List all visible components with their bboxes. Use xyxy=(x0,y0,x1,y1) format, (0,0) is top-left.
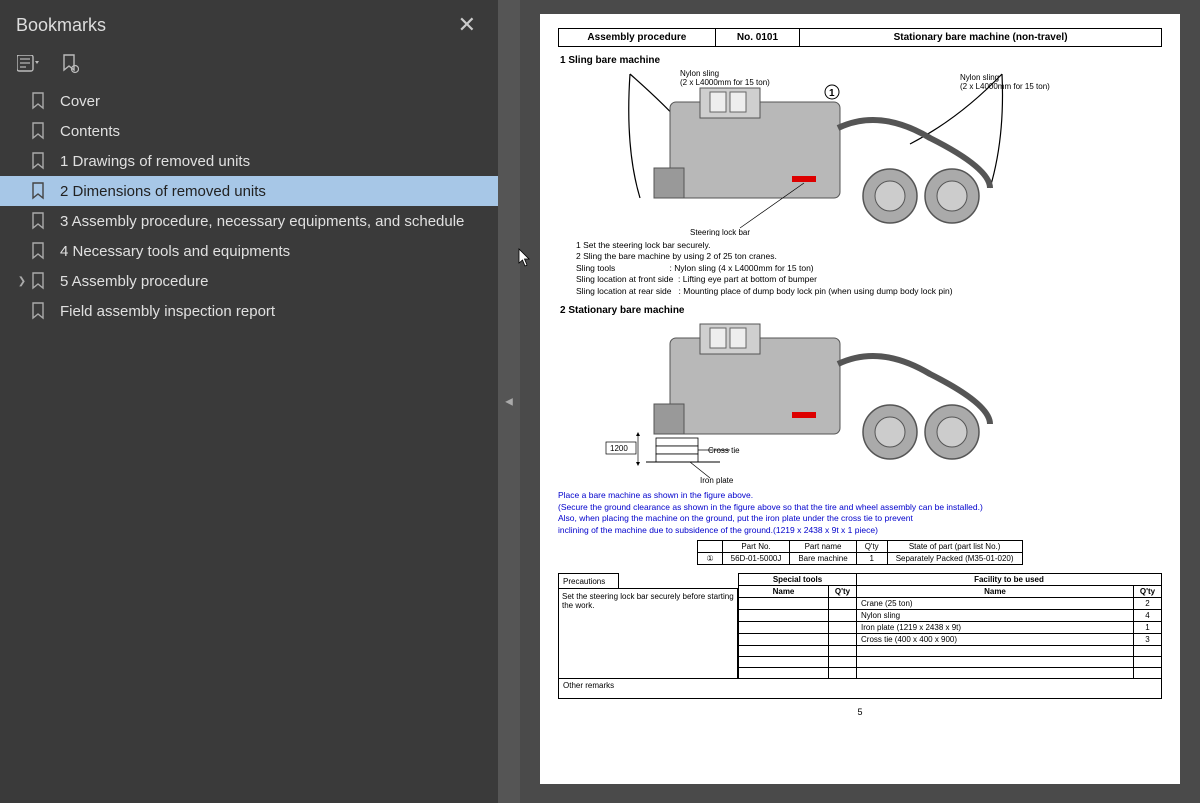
header-col3: Stationary bare machine (non-travel) xyxy=(800,29,1162,47)
svg-text:(2 x L4000mm for 15 ton): (2 x L4000mm for 15 ton) xyxy=(680,78,770,87)
bookmark-item[interactable]: Cover xyxy=(0,86,498,116)
bookmarks-sidebar: Bookmarks ✕ Cover Contents 1 Drawings of r… xyxy=(0,0,498,803)
bookmarks-toolbar xyxy=(0,48,498,86)
bookmark-label: Contents xyxy=(60,123,488,140)
sidebar-title: Bookmarks xyxy=(16,15,106,36)
section1-title: 1 Sling bare machine xyxy=(560,55,1162,66)
bookmark-label: Field assembly inspection report xyxy=(60,303,488,320)
bookmarks-list: Cover Contents 1 Drawings of removed units… xyxy=(0,86,498,803)
svg-text:Cross tie: Cross tie xyxy=(708,446,740,455)
parts-table: Part No.Part nameQ'tyState of part (part… xyxy=(697,540,1022,565)
bookmark-label: Cover xyxy=(60,93,488,110)
bookmark-item[interactable]: ❯ 5 Assembly procedure xyxy=(0,266,498,296)
section2-title: 2 Stationary bare machine xyxy=(560,305,1162,316)
collapse-arrow-icon[interactable]: ◀ xyxy=(505,396,513,407)
bookmark-item[interactable]: Contents xyxy=(0,116,498,146)
sidebar-header: Bookmarks ✕ xyxy=(0,0,498,48)
bookmark-label: 1 Drawings of removed units xyxy=(60,153,488,170)
bookmark-item[interactable]: Field assembly inspection report xyxy=(0,296,498,326)
bottom-tables: Precautions Set the steering lock bar se… xyxy=(558,573,1162,679)
bookmark-icon xyxy=(30,152,48,170)
bookmark-icon xyxy=(30,212,48,230)
bookmark-icon xyxy=(30,182,48,200)
svg-text:(2 x L4000mm for 15 ton): (2 x L4000mm for 15 ton) xyxy=(960,82,1050,91)
bookmark-icon xyxy=(30,272,48,290)
outline-options-icon[interactable] xyxy=(16,52,40,76)
close-icon[interactable]: ✕ xyxy=(452,10,482,40)
svg-text:Steering lock bar: Steering lock bar xyxy=(690,228,750,236)
page-header-table: Assembly procedure No. 0101 Stationary b… xyxy=(558,28,1162,47)
tools-table: Special tools Facility to be used Name Q… xyxy=(738,573,1162,679)
sidebar-resizer[interactable]: ◀ xyxy=(498,0,520,803)
bookmark-ribbon-icon[interactable] xyxy=(58,52,82,76)
page-number: 5 xyxy=(558,707,1162,717)
svg-text:Nylon sling: Nylon sling xyxy=(960,73,999,82)
bookmark-item[interactable]: 2 Dimensions of removed units xyxy=(0,176,498,206)
bookmark-icon xyxy=(30,242,48,260)
expand-chevron-icon[interactable]: ❯ xyxy=(14,276,30,287)
svg-text:1200: 1200 xyxy=(610,444,628,453)
precautions-table: Precautions Set the steering lock bar se… xyxy=(558,573,738,679)
bookmark-label: 2 Dimensions of removed units xyxy=(60,183,488,200)
bookmark-label: 3 Assembly procedure, necessary equipmen… xyxy=(60,213,488,230)
header-col2: No. 0101 xyxy=(715,29,799,47)
figure1: Steering lock bar 1 Nylon sling (2 x L40… xyxy=(558,68,1162,236)
bookmark-icon xyxy=(30,302,48,320)
bookmark-item[interactable]: 3 Assembly procedure, necessary equipmen… xyxy=(0,206,498,236)
section1-notes: 1 Set the steering lock bar securely.2 S… xyxy=(576,240,1162,297)
svg-text:1: 1 xyxy=(829,88,835,99)
svg-text:Iron plate: Iron plate xyxy=(700,476,734,485)
bookmark-item[interactable]: 4 Necessary tools and equipments xyxy=(0,236,498,266)
remarks-table: Other remarks xyxy=(558,678,1162,699)
header-col1: Assembly procedure xyxy=(559,29,716,47)
figure2: 1200 Cross tie Iron plate xyxy=(558,318,1162,486)
bookmark-label: 5 Assembly procedure xyxy=(60,273,488,290)
bookmark-icon xyxy=(30,122,48,140)
document-viewport[interactable]: Assembly procedure No. 0101 Stationary b… xyxy=(520,0,1200,803)
bookmark-icon xyxy=(30,92,48,110)
svg-text:Nylon sling: Nylon sling xyxy=(680,69,719,78)
bookmark-item[interactable]: 1 Drawings of removed units xyxy=(0,146,498,176)
section2-bluenotes: Place a bare machine as shown in the fig… xyxy=(558,490,1162,536)
bookmark-label: 4 Necessary tools and equipments xyxy=(60,243,488,260)
document-page: Assembly procedure No. 0101 Stationary b… xyxy=(540,14,1180,784)
